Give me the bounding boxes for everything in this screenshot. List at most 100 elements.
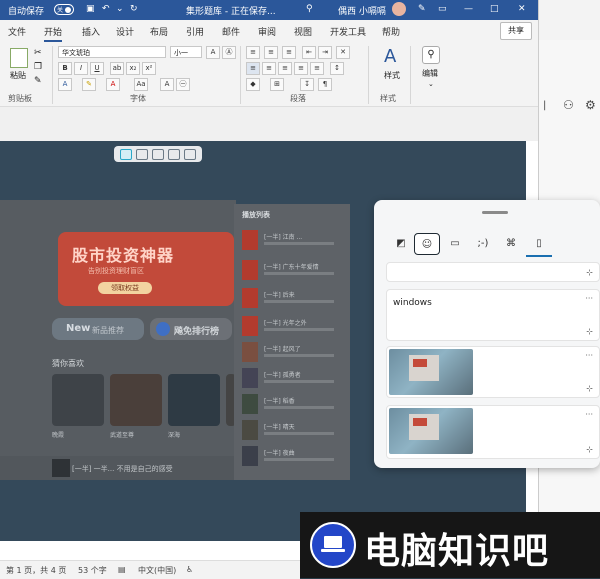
- styles-label[interactable]: 样式: [384, 70, 400, 81]
- minimize-icon[interactable]: —: [464, 4, 473, 14]
- page-count[interactable]: 第 1 页，共 4 页: [6, 565, 66, 576]
- shading-icon[interactable]: ◆: [246, 78, 260, 91]
- avatar[interactable]: [392, 2, 406, 16]
- language[interactable]: 中文(中国): [138, 565, 176, 576]
- copy-icon[interactable]: ❐: [34, 62, 42, 72]
- sort-icon[interactable]: ↧: [300, 78, 314, 91]
- maximize-icon[interactable]: □: [490, 4, 499, 14]
- font-name-select[interactable]: 华文琥珀: [58, 46, 166, 58]
- bold-button[interactable]: B: [58, 62, 72, 75]
- numbering-icon[interactable]: ≡: [264, 46, 278, 59]
- sticker-icon[interactable]: ◩: [388, 233, 414, 255]
- styles-icon[interactable]: A: [384, 46, 396, 67]
- underline-button[interactable]: U: [90, 62, 104, 75]
- list-item[interactable]: [一半] 孤勇者: [234, 364, 350, 392]
- font-color-icon[interactable]: A: [106, 78, 120, 91]
- pin-icon[interactable]: ⊹: [586, 384, 593, 393]
- list-item[interactable]: [一半] 江南 ...: [234, 226, 350, 254]
- settings-icon[interactable]: ⚙: [585, 98, 596, 112]
- superscript-button[interactable]: x²: [142, 62, 156, 75]
- tab-file[interactable]: 文件: [8, 25, 26, 38]
- align-left-button[interactable]: ≡: [246, 62, 260, 75]
- multilevel-list-icon[interactable]: ≡: [282, 46, 296, 59]
- drag-handle[interactable]: [482, 211, 508, 214]
- line-spacing-icon[interactable]: ↕: [330, 62, 344, 75]
- undo-icon[interactable]: ↶: [102, 4, 110, 14]
- distributed-button[interactable]: ≡: [310, 62, 324, 75]
- show-marks-icon[interactable]: ¶: [318, 78, 332, 91]
- tab-references[interactable]: 引用: [186, 25, 204, 38]
- text-effects-icon[interactable]: A: [58, 78, 72, 91]
- clipboard-item[interactable]: ··· ⊹: [386, 405, 600, 459]
- paste-label[interactable]: 粘贴: [10, 70, 26, 81]
- snap-option-icon[interactable]: [120, 149, 132, 160]
- format-painter-icon[interactable]: ✎: [34, 76, 42, 86]
- more-icon[interactable]: ···: [585, 351, 593, 360]
- search-icon[interactable]: ⚲: [422, 46, 440, 64]
- more-icon[interactable]: ···: [585, 294, 593, 303]
- italic-button[interactable]: I: [74, 62, 88, 75]
- word-count[interactable]: 53 个字: [78, 565, 107, 576]
- pin-icon[interactable]: ⊹: [586, 445, 593, 454]
- clipboard-item[interactable]: ··· ⊹: [386, 346, 600, 398]
- banner-button[interactable]: 领取权益: [98, 282, 152, 294]
- snap-option-icon[interactable]: [184, 149, 196, 160]
- redo-icon[interactable]: ↻: [130, 4, 138, 14]
- list-item[interactable]: [一半] 夜曲: [234, 442, 350, 470]
- decrease-indent-icon[interactable]: ⇤: [302, 46, 316, 59]
- list-item[interactable]: [一半] 后来: [234, 284, 350, 312]
- subscript-button[interactable]: x₂: [126, 62, 140, 75]
- autosave-toggle[interactable]: 关: [54, 4, 74, 15]
- emoji-icon[interactable]: ☺: [414, 233, 440, 255]
- more-icon[interactable]: ···: [585, 410, 593, 419]
- clipboard-item[interactable]: ⊹: [386, 262, 600, 282]
- symbols-icon[interactable]: ⌘: [498, 233, 524, 255]
- strikethrough-button[interactable]: ab: [110, 62, 124, 75]
- list-item[interactable]: [一半] 光年之外: [234, 312, 350, 340]
- list-item[interactable]: [一半] 稻香: [234, 390, 350, 418]
- list-item[interactable]: [一半] 广东十年爱情: [234, 256, 350, 284]
- ad-banner[interactable]: 股市投资神器 告别投资理财盲区 领取权益: [58, 232, 234, 306]
- tab-mailings[interactable]: 邮件: [222, 25, 240, 38]
- share-button[interactable]: 共享: [500, 22, 532, 40]
- align-center-button[interactable]: ≡: [262, 62, 276, 75]
- list-item[interactable]: [一半] 晴天: [234, 416, 350, 444]
- grow-font-icon[interactable]: A: [206, 46, 220, 59]
- edit-label[interactable]: 编辑: [422, 68, 438, 79]
- increase-indent-icon[interactable]: ⇥: [318, 46, 332, 59]
- list-item[interactable]: [一半] 起风了: [234, 338, 350, 366]
- cut-icon[interactable]: ✂: [34, 48, 42, 58]
- save-icon[interactable]: ▣: [86, 4, 95, 14]
- ribbon-display-icon[interactable]: ▭: [438, 4, 447, 14]
- clear-format-icon[interactable]: Ⓐ: [222, 46, 236, 59]
- clipboard-icon[interactable]: ▯: [526, 233, 552, 257]
- justify-button[interactable]: ≡: [294, 62, 308, 75]
- tab-layout[interactable]: 布局: [150, 25, 168, 38]
- album-cover[interactable]: [168, 374, 220, 426]
- tab-home[interactable]: 开始: [44, 25, 63, 42]
- borders-icon[interactable]: ⊞: [270, 78, 284, 91]
- bullets-icon[interactable]: ≡: [246, 46, 260, 59]
- user-icon[interactable]: ⚇: [563, 98, 574, 112]
- pin-icon[interactable]: ⊹: [586, 327, 593, 336]
- change-case-icon[interactable]: Aa: [134, 78, 148, 91]
- chevron-down-icon[interactable]: ⌄: [428, 80, 434, 88]
- snap-option-icon[interactable]: [136, 149, 148, 160]
- chinese-layout-icon[interactable]: ✕: [336, 46, 350, 59]
- gif-icon[interactable]: ▭: [442, 233, 468, 255]
- tab-design[interactable]: 设计: [116, 25, 134, 38]
- tab-insert[interactable]: 插入: [82, 25, 100, 38]
- snap-option-icon[interactable]: [152, 149, 164, 160]
- align-right-button[interactable]: ≡: [278, 62, 292, 75]
- now-playing-cover[interactable]: [52, 459, 70, 477]
- font-size-select[interactable]: 小一: [170, 46, 202, 58]
- tab-view[interactable]: 视图: [294, 25, 312, 38]
- tab-help[interactable]: 帮助: [382, 25, 400, 38]
- close-icon[interactable]: ✕: [518, 4, 526, 14]
- kaomoji-icon[interactable]: ;-): [470, 233, 496, 255]
- search-icon[interactable]: ⚲: [306, 4, 313, 14]
- snap-option-icon[interactable]: [168, 149, 180, 160]
- new-releases-button[interactable]: New 新品推荐: [52, 318, 144, 340]
- album-cover[interactable]: [52, 374, 104, 426]
- enclose-char-icon[interactable]: ㊀: [176, 78, 190, 91]
